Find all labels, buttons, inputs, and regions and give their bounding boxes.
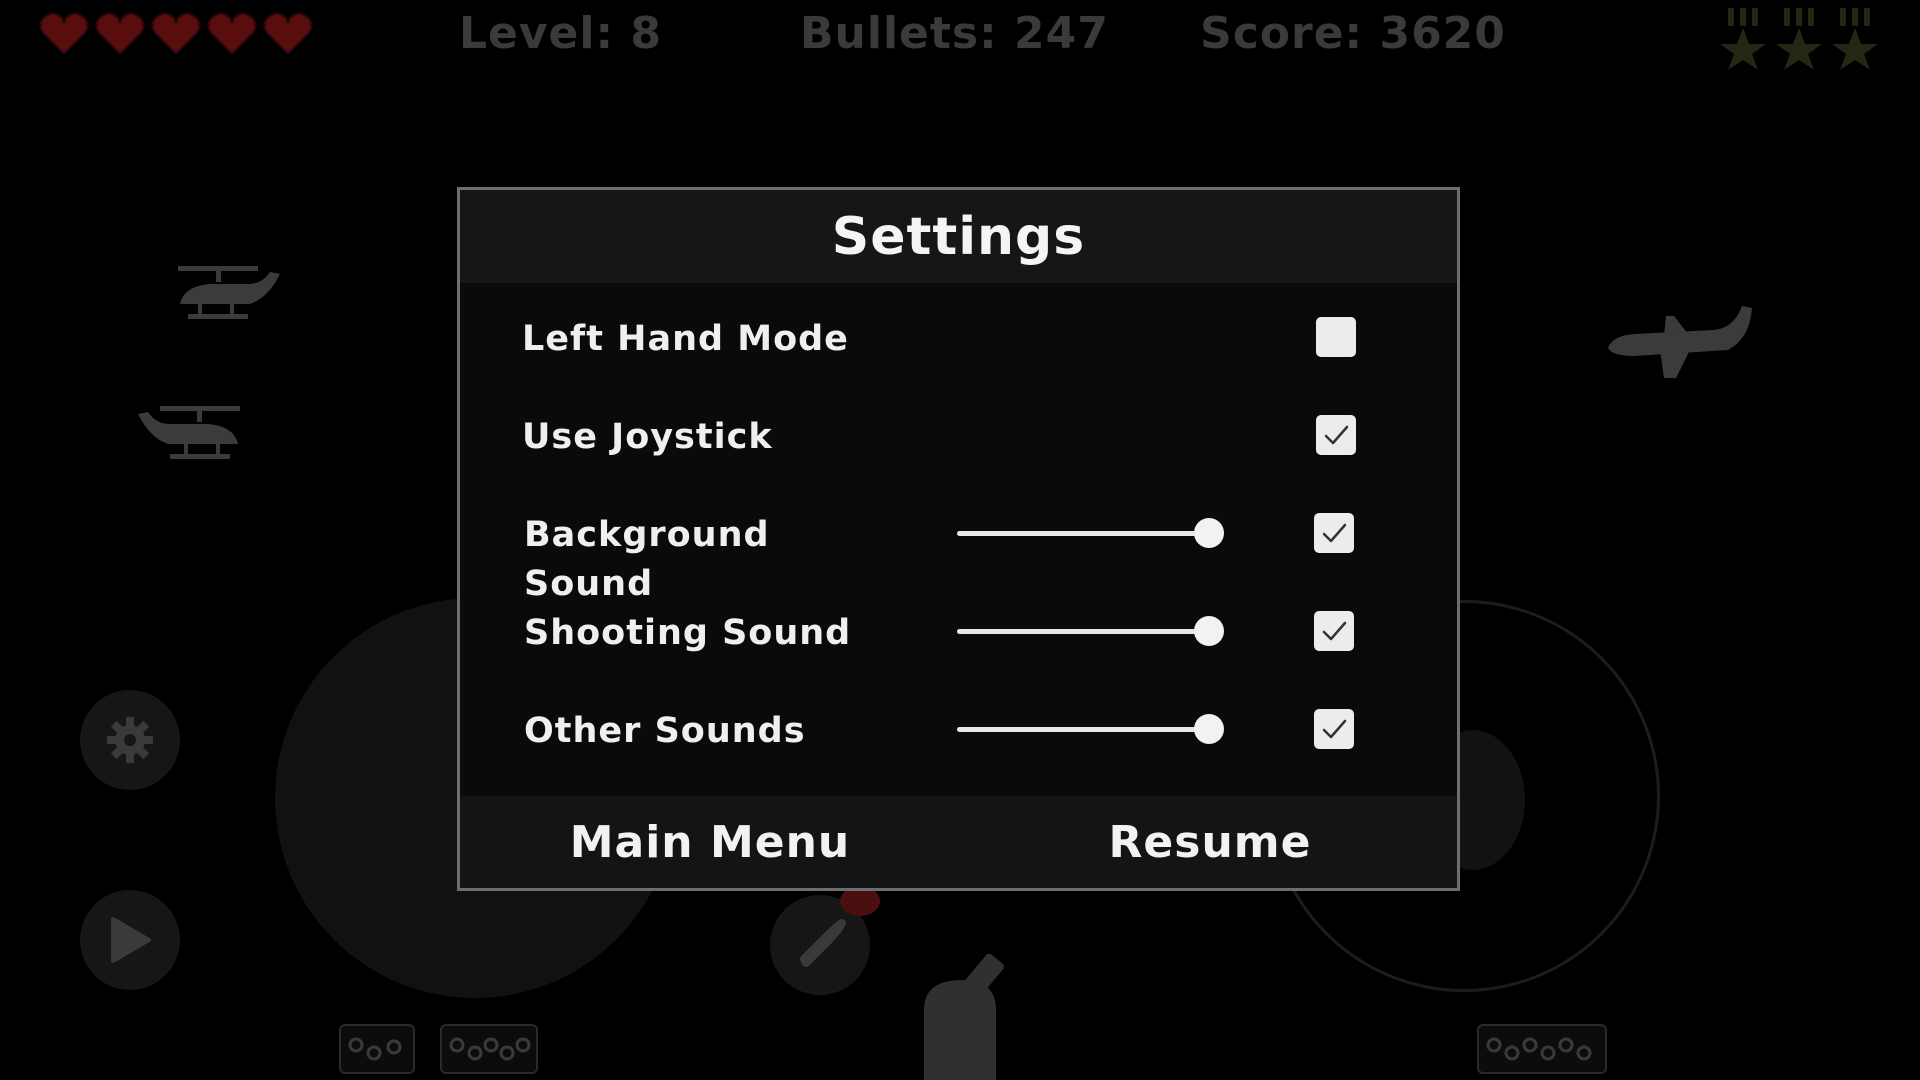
- other-sounds-label: Other Sounds: [524, 711, 806, 751]
- settings-button[interactable]: [80, 690, 180, 790]
- shooting-sound-slider[interactable]: [957, 629, 1209, 634]
- background-sound-label-line1: Background: [524, 515, 770, 555]
- gears-icon: [1486, 1037, 1592, 1061]
- upgrade-slot[interactable]: [339, 1024, 415, 1074]
- check-icon: [1324, 425, 1349, 445]
- settings-header: Settings: [460, 190, 1457, 283]
- upgrade-slot[interactable]: [440, 1024, 538, 1074]
- settings-footer: Main Menu Resume: [460, 796, 1457, 888]
- play-button[interactable]: [80, 890, 180, 990]
- main-menu-button[interactable]: Main Menu: [560, 796, 860, 888]
- helicopter-icon: [136, 400, 248, 472]
- heart-icon: [263, 12, 313, 56]
- shooting-sound-slider-thumb[interactable]: [1194, 616, 1224, 646]
- bullet-icon: [800, 919, 846, 967]
- level-label: Level: 8: [459, 8, 663, 59]
- left-hand-mode-label: Left Hand Mode: [522, 319, 849, 359]
- gear-icon: [107, 717, 153, 763]
- bullets-label: Bullets: 247: [800, 8, 1109, 59]
- game-screen: Level: 8 Bullets: 247 Score: 3620 Settin…: [0, 0, 1920, 1080]
- play-icon: [111, 917, 151, 963]
- use-joystick-checkbox[interactable]: [1316, 415, 1356, 455]
- heart-icon: [151, 12, 201, 56]
- medal-star-icon: [1832, 8, 1878, 70]
- heart-icon: [95, 12, 145, 56]
- settings-dialog: Settings Left Hand Mode Use Joystick Bac…: [457, 187, 1460, 891]
- background-sound-slider[interactable]: [957, 531, 1209, 536]
- shooting-sound-checkbox[interactable]: [1314, 611, 1354, 651]
- heart-icon: [39, 12, 89, 56]
- other-sounds-slider-thumb[interactable]: [1194, 714, 1224, 744]
- score-label: Score: 3620: [1200, 8, 1506, 59]
- medal-star-icon: [1720, 8, 1766, 70]
- other-sounds-checkbox[interactable]: [1314, 709, 1354, 749]
- settings-title: Settings: [831, 206, 1086, 267]
- background-sound-checkbox[interactable]: [1314, 513, 1354, 553]
- background-sound-slider-thumb[interactable]: [1194, 518, 1224, 548]
- cannon-icon: [920, 940, 1040, 1080]
- other-sounds-slider[interactable]: [957, 727, 1209, 732]
- resume-button[interactable]: Resume: [1060, 796, 1360, 888]
- plane-icon: [1604, 300, 1754, 386]
- use-joystick-label: Use Joystick: [522, 417, 773, 457]
- medal-star-icon: [1776, 8, 1822, 70]
- left-hand-mode-checkbox[interactable]: [1316, 317, 1356, 357]
- shooting-sound-label: Shooting Sound: [524, 613, 852, 653]
- heart-icon: [207, 12, 257, 56]
- lives-indicator: [38, 10, 314, 58]
- helicopter-icon: [170, 262, 282, 334]
- check-icon: [1322, 621, 1347, 641]
- gears-icon: [348, 1037, 402, 1061]
- check-icon: [1322, 523, 1347, 543]
- medals-indicator: [1718, 8, 1880, 72]
- check-icon: [1322, 719, 1347, 739]
- upgrade-slot[interactable]: [1477, 1024, 1607, 1074]
- gears-icon: [449, 1037, 531, 1061]
- background-sound-label-line2: Sound: [524, 564, 654, 604]
